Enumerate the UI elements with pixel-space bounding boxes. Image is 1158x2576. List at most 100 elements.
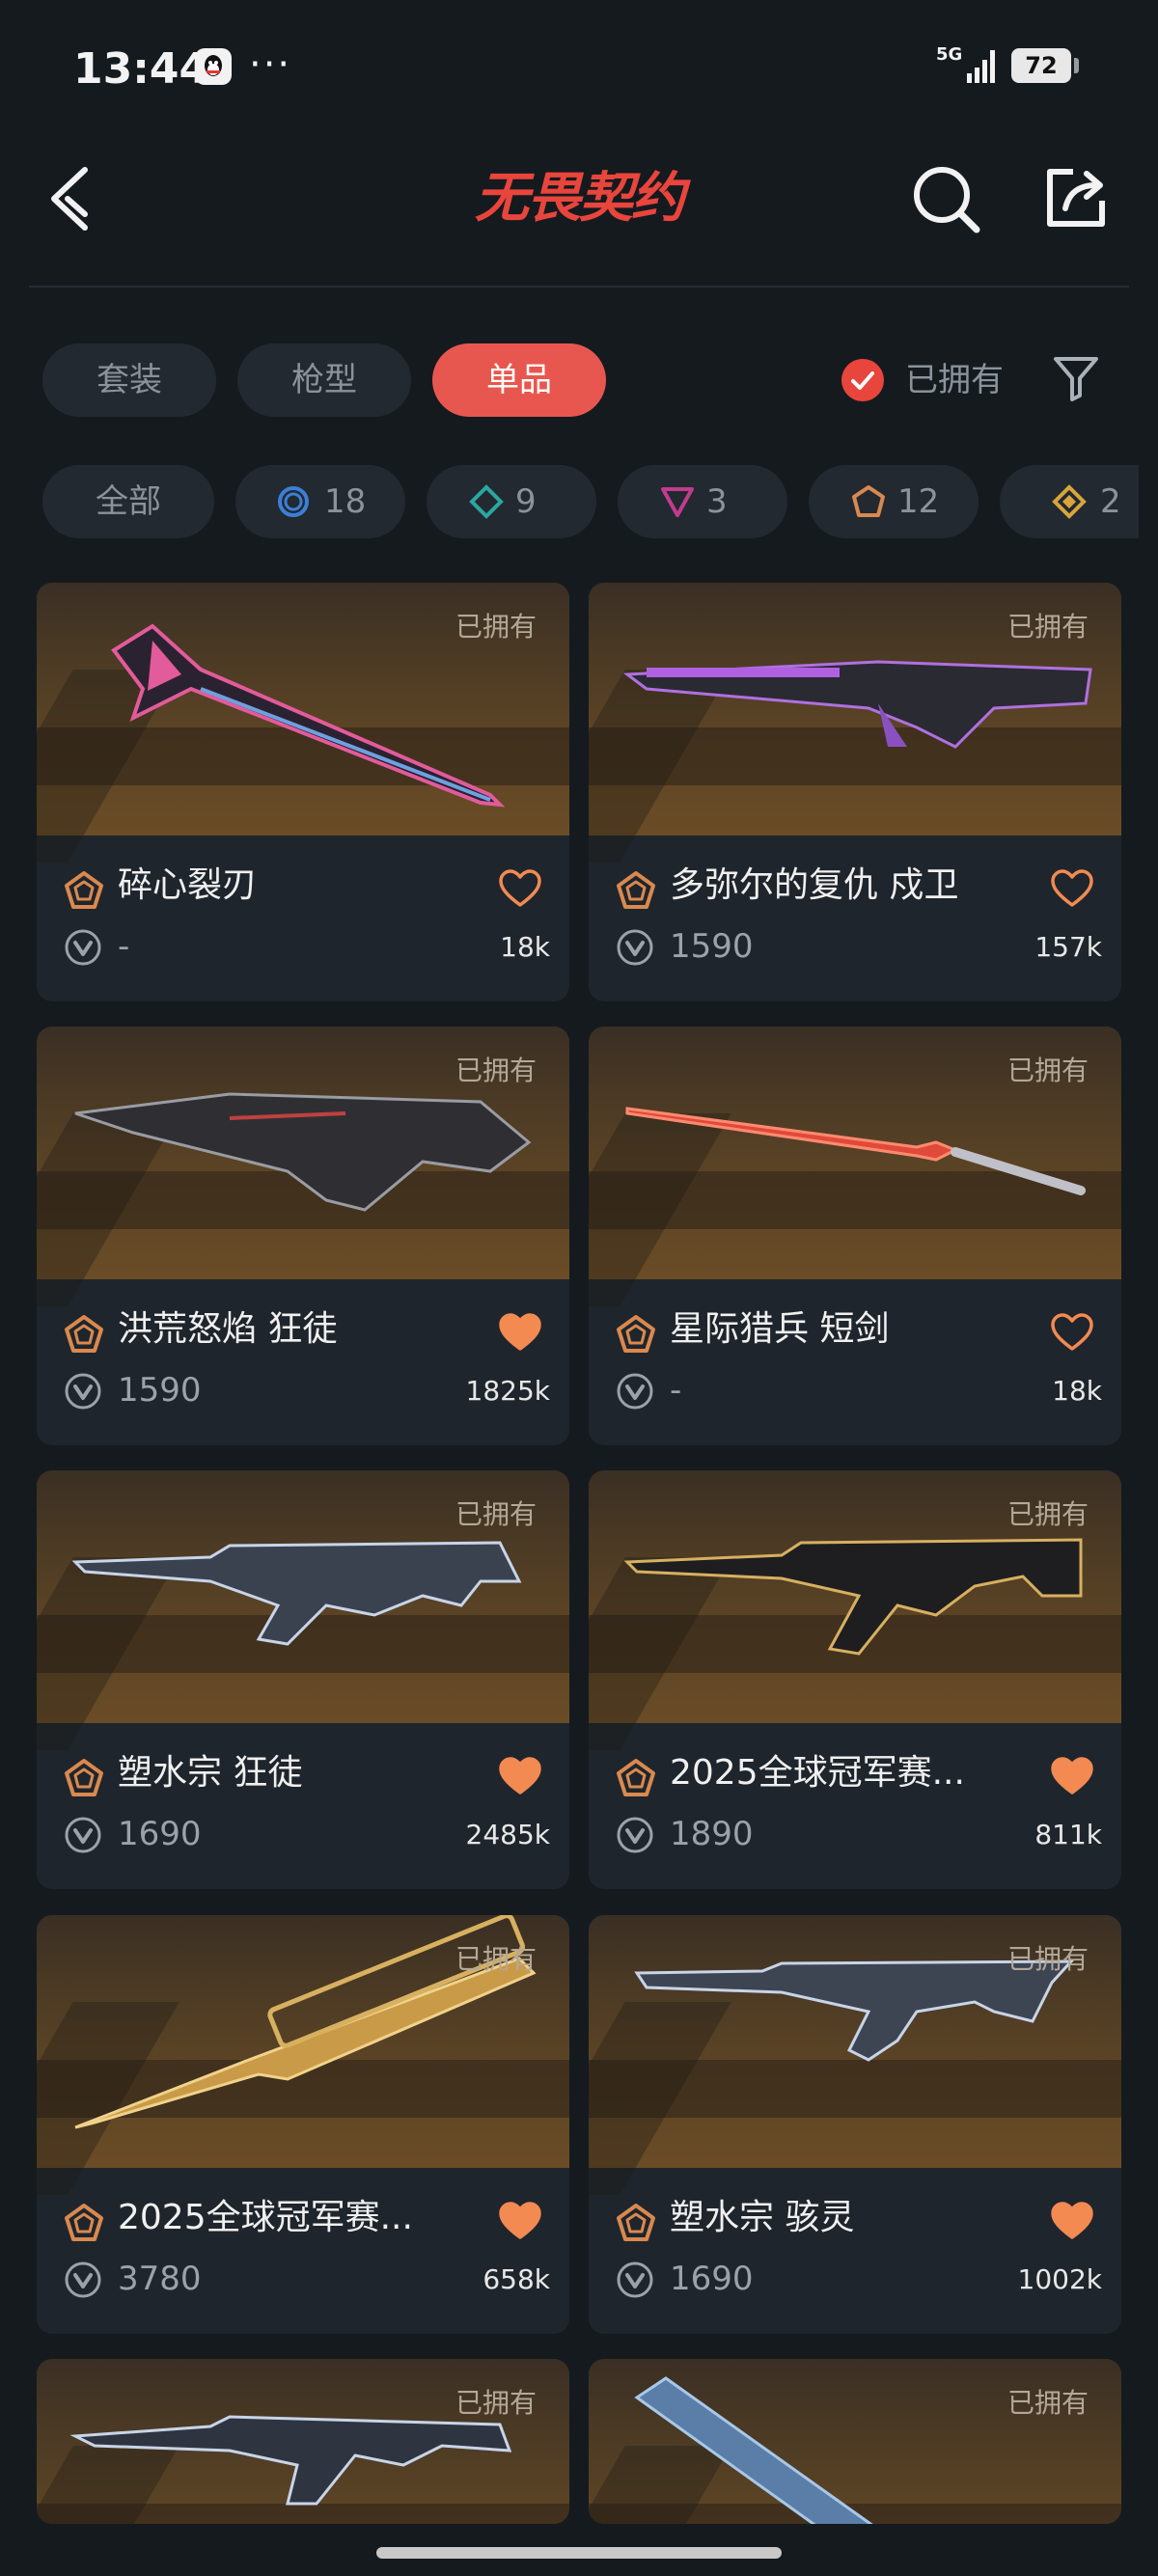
valorant-points-icon	[64, 2261, 102, 2299]
rarity-count: 9	[515, 482, 537, 521]
owned-tag: 已拥有	[455, 2387, 537, 2419]
owned-tag: 已拥有	[1006, 1498, 1089, 1530]
skin-card[interactable]: 已拥有 2025全球冠军赛... 1890 811k	[589, 1470, 1121, 1889]
deluxe-tier-icon	[469, 484, 504, 519]
valorant-points-icon	[616, 928, 654, 967]
like-count: 1825k	[465, 1375, 550, 1407]
skin-name: 洪荒怒焰 狂徒	[118, 1309, 338, 1349]
heart-filled-icon[interactable]	[498, 1756, 542, 1796]
status-time: 13:44	[73, 44, 209, 94]
select-tier-icon	[278, 486, 309, 517]
share-icon[interactable]	[1044, 166, 1108, 230]
like-count: 658k	[482, 2263, 550, 2295]
ultra-tier-icon	[64, 1314, 104, 1355]
rarity-filter-label: 全部	[96, 482, 161, 521]
skin-card[interactable]: 已拥有 2025全球冠军赛... 3780 658k	[37, 1915, 569, 2334]
owned-tag: 已拥有	[1006, 611, 1089, 643]
valorant-points-icon	[64, 928, 102, 967]
skin-price: 1590	[670, 927, 754, 966]
skin-name: 2025全球冠军赛...	[670, 1753, 965, 1793]
skin-card[interactable]: 已拥有多弥尔的复仇 戍卫 1590 157k	[589, 583, 1121, 1001]
heart-outline-icon[interactable]	[1050, 1312, 1094, 1353]
skin-name: 塑水宗 狂徒	[118, 1753, 303, 1793]
skin-price: 1690	[670, 2260, 754, 2298]
owned-tag: 已拥有	[455, 1055, 537, 1086]
skin-price: 1890	[670, 1815, 754, 1853]
heart-filled-icon[interactable]	[498, 1312, 542, 1353]
skin-card[interactable]: 已拥有洪荒怒焰 狂徒 1590 1825k	[37, 1027, 569, 1445]
tab-single-item[interactable]: 单品	[432, 343, 606, 417]
valorant-points-icon	[64, 1816, 102, 1854]
search-icon[interactable]	[911, 164, 980, 233]
valorant-points-icon	[616, 1816, 654, 1854]
rarity-filter-all[interactable]: 全部	[42, 465, 214, 538]
owned-tag: 已拥有	[1006, 2387, 1089, 2419]
rarity-count: 3	[706, 482, 728, 521]
skin-price: -	[118, 927, 130, 966]
rarity-filter-deluxe[interactable]: 9	[427, 465, 596, 538]
skin-card[interactable]: 已拥有碎心裂刃 - 18k	[37, 583, 569, 1001]
ultra-tier-icon	[616, 1758, 656, 1798]
skin-name: 多弥尔的复仇 戍卫	[670, 865, 959, 905]
heart-filled-icon[interactable]	[498, 2201, 542, 2241]
ultra-tier-icon	[616, 2203, 656, 2243]
skin-card[interactable]: 已拥有	[589, 2359, 1121, 2524]
ultra-tier-icon	[852, 485, 885, 517]
valorant-points-icon	[616, 1372, 654, 1411]
rarity-count: 18	[324, 482, 367, 521]
rarity-count: 2	[1100, 482, 1121, 521]
skin-name: 星际猎兵 短剑	[670, 1309, 890, 1349]
skin-price: -	[670, 1371, 682, 1410]
ultra-tier-icon	[64, 1758, 104, 1798]
like-count: 18k	[500, 931, 550, 963]
owned-tag: 已拥有	[1006, 1055, 1089, 1086]
heart-filled-icon[interactable]	[1050, 2201, 1094, 2241]
heart-outline-icon[interactable]	[1050, 868, 1094, 909]
premium-tier-icon	[661, 487, 694, 517]
tab-bundle[interactable]: 套装	[42, 343, 216, 417]
signal-icon	[967, 50, 995, 83]
rarity-count: 12	[897, 482, 940, 521]
header-divider	[29, 286, 1129, 288]
ultra-tier-icon	[616, 870, 656, 911]
exclusive-tier-icon	[1052, 484, 1087, 519]
rarity-filter-premium[interactable]: 3	[618, 465, 787, 538]
skin-price: 3780	[118, 2260, 202, 2298]
like-count: 18k	[1052, 1375, 1102, 1407]
rarity-filter-exclusive[interactable]: 2	[1000, 465, 1139, 538]
skin-name: 碎心裂刃	[118, 865, 258, 905]
battery-icon: 72	[1011, 48, 1079, 83]
skin-price: 1690	[118, 1815, 202, 1853]
like-count: 2485k	[465, 1819, 550, 1850]
ultra-tier-icon	[616, 1314, 656, 1355]
heart-outline-icon[interactable]	[498, 868, 542, 909]
like-count: 157k	[1034, 931, 1102, 963]
skin-card[interactable]: 已拥有 塑水宗 骇灵 1690 1002k	[589, 1915, 1121, 2334]
valorant-points-icon	[616, 2261, 654, 2299]
ultra-tier-icon	[64, 870, 104, 911]
skin-card[interactable]: 已拥有	[37, 2359, 569, 2524]
owned-filter-label: 已拥有	[905, 361, 1004, 399]
filter-icon[interactable]	[1052, 353, 1100, 403]
skin-card[interactable]: 已拥有星际猎兵 短剑 - 18k	[589, 1027, 1121, 1445]
more-notifications-icon: ···	[249, 42, 292, 87]
home-indicator[interactable]	[376, 2547, 782, 2559]
page-title: 无畏契约	[475, 167, 685, 230]
skin-card[interactable]: 已拥有 塑水宗 狂徒 1690 2485k	[37, 1470, 569, 1889]
status-bar: 13:44 ··· 5G 72	[0, 0, 1158, 135]
checkmark-icon	[841, 359, 884, 401]
owned-tag: 已拥有	[1006, 1943, 1089, 1975]
valorant-points-icon	[64, 1372, 102, 1411]
like-count: 811k	[1034, 1819, 1102, 1850]
heart-filled-icon[interactable]	[1050, 1756, 1094, 1796]
tab-weapon-type[interactable]: 枪型	[237, 343, 411, 417]
rarity-filter-select[interactable]: 18	[235, 465, 405, 538]
owned-tag: 已拥有	[455, 1943, 537, 1975]
like-count: 1002k	[1017, 2263, 1102, 2295]
back-icon[interactable]	[46, 162, 95, 235]
qq-app-icon	[195, 48, 232, 85]
owned-tag: 已拥有	[455, 611, 537, 643]
rarity-filter-ultra[interactable]: 12	[809, 465, 979, 538]
skin-price: 1590	[118, 1371, 202, 1410]
ultra-tier-icon	[64, 2203, 104, 2243]
